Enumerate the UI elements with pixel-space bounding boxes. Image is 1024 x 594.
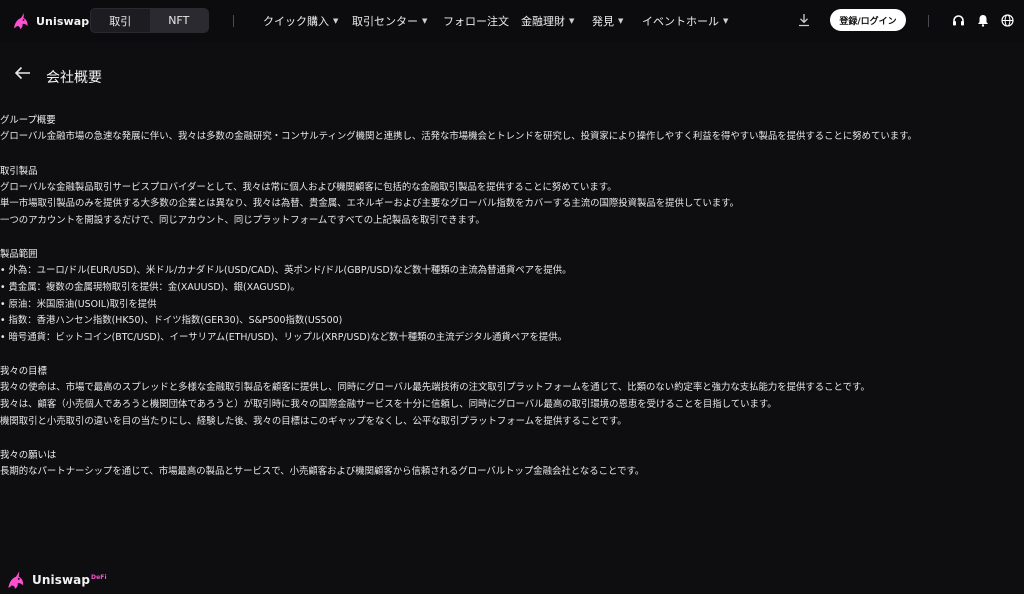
list-item: • 貴金属：複数の金属現物取引を提供：金(XAUUSD)、銀(XAGUSD)。: [0, 281, 300, 293]
brand-name: UniswapDeFi: [32, 573, 107, 587]
nav-item-label: イベントホール: [642, 15, 719, 28]
nav-item-label: クイック購入: [263, 15, 329, 28]
caret-down-icon: ▼: [723, 17, 729, 25]
section-our-wish: 我々の願いは 長期的なパートナーシップを通じて、市場最高の製品とサービスで、小売…: [0, 447, 1024, 481]
section-our-goals: 我々の目標 我々の使命は、市場で最高のスプレッドと多様な金融取引製品を顧客に提供…: [0, 363, 1024, 430]
unicorn-logo-icon: [14, 13, 28, 29]
section-group-overview: グループ概要 グローバル金融市場の急速な発展に伴い、我々は多数の金融研究・コンサ…: [0, 112, 1024, 146]
section-title: グループ概要: [0, 115, 56, 126]
section-product-range: 製品範囲 • 外為：ユーロ/ドル(EUR/USD)、米ドル/カナダドル(USD/…: [0, 246, 1024, 346]
caret-down-icon: ▼: [569, 17, 575, 25]
page-header: [14, 66, 32, 80]
tab-nft[interactable]: NFT: [149, 9, 208, 32]
section-title: 我々の願いは: [0, 450, 57, 462]
top-navigation-bar: UniswapDeFi 取引 NFT クイック購入▼ 取引センター▼ フォロー注…: [0, 0, 1024, 42]
bell-icon[interactable]: [976, 13, 990, 27]
section-title: 我々の目標: [0, 366, 47, 378]
paragraph-line: 我々の使命は、市場で最高のスプレッドと多様な金融取引製品を顧客に提供し、同時にグ…: [0, 382, 870, 394]
nav-item-trading-center[interactable]: 取引センター ▼: [352, 13, 427, 29]
icon-divider: [928, 15, 929, 27]
nav-item-follow-order[interactable]: フォロー注文: [443, 13, 509, 29]
paragraph-line: 長期的なパートナーシップを通じて、市場最高の製品とサービスで、小売顧客および機関…: [0, 466, 645, 478]
section-title: 製品範囲: [0, 249, 38, 261]
section-trading-products: 取引製品 グローバルな金融製品取引サービスプロバイダーとして、我々は常に個人およ…: [0, 163, 1024, 230]
list-item: • 暗号通貨：ビットコイン(BTC/USD)、イーサリアム(ETH/USD)、リ…: [0, 331, 567, 343]
page-title: 会社概要: [46, 70, 102, 86]
unicorn-logo-icon: [8, 571, 24, 589]
paragraph-line: 機関取引と小売取引の違いを目の当たりにし、経験した後、我々の目標はこのギャップを…: [0, 415, 627, 427]
paragraph-line: グローバルな金融製品取引サービスプロバイダーとして、我々は常に個人および機関顧客…: [0, 181, 617, 193]
caret-down-icon: ▼: [618, 17, 624, 25]
back-arrow-icon[interactable]: [14, 66, 32, 80]
list-item: • 指数：香港ハンセン指数(HK50)、ドイツ指数(GER30)、S&P500指…: [0, 315, 343, 327]
list-item: • 原油：米国原油(USOIL)取引を提供: [0, 298, 157, 310]
nav-item-discover[interactable]: 発見 ▼: [592, 13, 623, 29]
caret-down-icon: ▼: [333, 17, 339, 25]
nav-item-label: 取引センター: [352, 15, 418, 28]
nav-item-label: 金融理財: [521, 15, 565, 28]
section-title: 取引製品: [0, 165, 38, 177]
nav-divider: [233, 15, 234, 27]
paragraph-line: グローバル金融市場の急速な発展に伴い、我々は多数の金融研究・コンサルティング機関…: [0, 131, 917, 142]
list-item: • 外為：ユーロ/ドル(EUR/USD)、米ドル/カナダドル(USD/CAD)、…: [0, 265, 572, 277]
globe-icon[interactable]: [1000, 13, 1014, 27]
nav-item-quick-buy[interactable]: クイック購入 ▼: [263, 13, 338, 29]
login-register-button[interactable]: 登録/ログイン: [830, 9, 906, 31]
company-overview-content: グループ概要 グローバル金融市場の急速な発展に伴い、我々は多数の金融研究・コンサ…: [0, 112, 1024, 498]
mode-switch: 取引 NFT: [90, 8, 209, 33]
nav-item-wealth[interactable]: 金融理財 ▼: [521, 13, 574, 29]
nav-item-label: 発見: [592, 15, 614, 28]
download-icon[interactable]: [797, 12, 811, 28]
paragraph-line: 一つのアカウントを開設するだけで、同じアカウント、同じプラットフォームですべての…: [0, 214, 485, 226]
paragraph-line: 単一市場取引製品のみを提供する大多数の企業とは異なり、我々は為替、貴金属、エネル…: [0, 198, 739, 210]
footer-brand-logo[interactable]: UniswapDeFi: [2, 568, 107, 592]
paragraph-line: 我々は、顧客（小売個人であろうと機関団体であろうと）が取引時に我々の国際金融サー…: [0, 398, 777, 410]
caret-down-icon: ▼: [422, 17, 428, 25]
headset-icon[interactable]: [951, 13, 965, 27]
nav-item-label: フォロー注文: [443, 15, 509, 28]
tab-trade[interactable]: 取引: [91, 9, 150, 32]
nav-item-event-hall[interactable]: イベントホール ▼: [642, 13, 728, 29]
